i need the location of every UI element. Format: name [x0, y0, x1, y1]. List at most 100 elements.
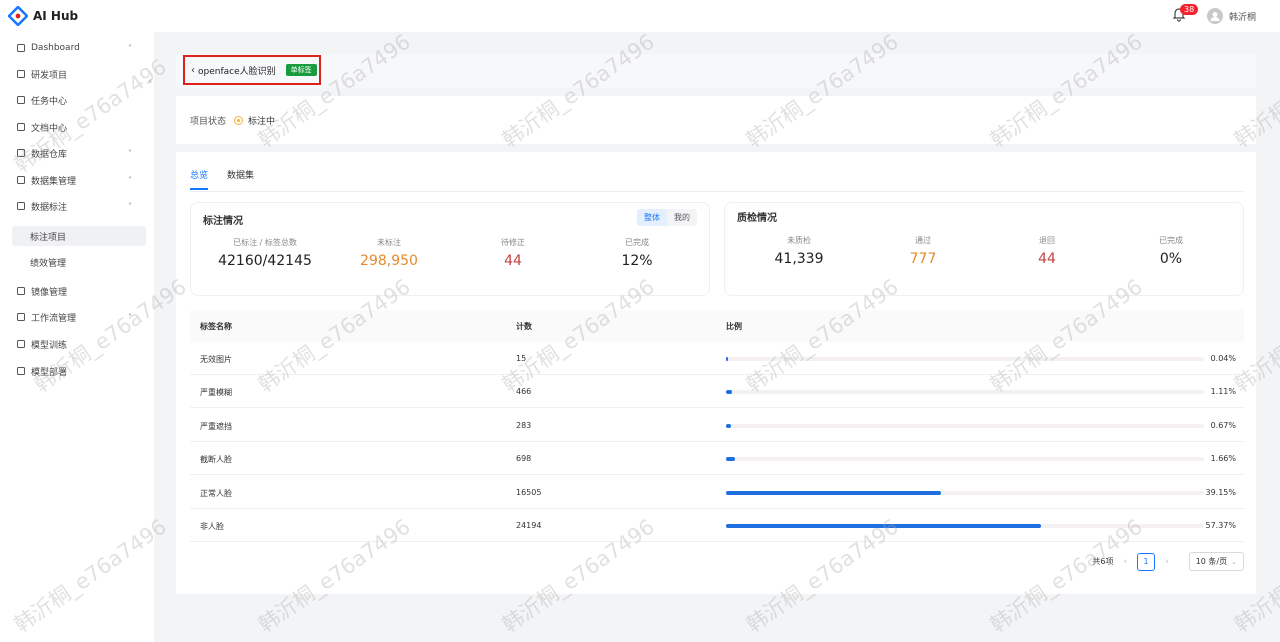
tab-overview[interactable]: 总览: [190, 168, 209, 190]
label-count: 16505: [516, 487, 542, 497]
label-count: 698: [516, 454, 532, 464]
stat-passed: 通过 777: [863, 235, 983, 267]
cube-icon: [16, 366, 26, 376]
label-ratio: 57.37%: [1205, 521, 1236, 530]
stat-value: 41,339: [774, 251, 824, 267]
stat-value: 44: [1038, 251, 1056, 267]
database-icon: [16, 175, 26, 185]
sidebar-item[interactable]: 绩效管理: [0, 252, 154, 272]
table-row: 正常人脸 16505 39.15%: [190, 476, 1244, 509]
ratio-bar-fill: [726, 490, 942, 495]
project-title: openface人脸识别: [198, 66, 276, 77]
sidebar-item[interactable]: 数据标注 ˄: [0, 196, 154, 216]
page-size-select[interactable]: 10 条/页 ⌄: [1188, 552, 1244, 571]
tab-dataset[interactable]: 数据集: [227, 168, 254, 192]
pagination: 共6项 ‹ 1 › 10 条/页 ⌄: [1092, 552, 1244, 571]
top-bar: AI Hub 38 韩沂桐: [0, 0, 1280, 32]
label-count: 466: [516, 387, 532, 397]
sidebar-item-label: 模型训练: [31, 340, 68, 351]
dashboard-icon: [16, 43, 26, 53]
task-icon: [16, 95, 26, 105]
tab-divider: [190, 191, 1244, 192]
table-header: 标签名称 计数 比例: [190, 310, 1244, 342]
stat-unlabeled: 未标注 298,950: [329, 237, 449, 269]
stat-labeled: 已标注 / 标签总数 42160/42145: [205, 237, 325, 269]
app-logo[interactable]: AI Hub: [7, 5, 78, 27]
sidebar-item[interactable]: 研发项目: [0, 64, 154, 84]
page-number[interactable]: 1: [1137, 552, 1156, 571]
avatar[interactable]: [1206, 8, 1223, 24]
sidebar-item-label: 文档中心: [31, 123, 68, 134]
quality-title: 质检情况: [737, 213, 777, 224]
label-type-tag: 单标签: [285, 64, 317, 76]
label-ratio: 1.11%: [1210, 387, 1236, 397]
sidebar-item-label: 绩效管理: [30, 258, 67, 269]
sidebar-item[interactable]: 标注项目: [12, 226, 146, 246]
sidebar-item-label: 数据仓库: [31, 149, 68, 160]
sidebar-item[interactable]: 工作流管理 ˅: [0, 307, 154, 327]
page-size-value: 10 条/页: [1195, 557, 1228, 566]
label-name: 非人脸: [200, 522, 224, 531]
sidebar-item[interactable]: 文档中心: [0, 117, 154, 137]
table-row: 严重模糊 466 1.11%: [190, 375, 1244, 409]
table-row: 无效图片 15 0.04%: [190, 342, 1244, 375]
sidebar-item[interactable]: 模型部署: [0, 361, 154, 381]
label-ratio: 39.15%: [1205, 487, 1236, 497]
col-ratio: 比例: [726, 322, 742, 331]
chevron-down-icon: ⌄: [1231, 557, 1237, 566]
sidebar-item[interactable]: 模型训练: [0, 334, 154, 354]
scope-toggle: 整体 我的: [637, 209, 697, 226]
sidebar-item[interactable]: 任务中心: [0, 90, 154, 110]
label-count: 283: [516, 420, 532, 430]
ratio-bar: [726, 357, 1204, 361]
stat-value: 0%: [1159, 251, 1183, 267]
ratio-bar-fill: [726, 357, 728, 361]
stat-value: 777: [909, 251, 937, 267]
ratio-bar-fill: [726, 423, 731, 428]
stat-label: 已完成: [625, 238, 649, 247]
label-ratio: 0.67%: [1210, 420, 1236, 430]
ratio-bar-fill: [726, 524, 1042, 528]
back-chevron-icon[interactable]: ‹: [191, 65, 195, 76]
pagination-total: 共6项: [1092, 557, 1114, 566]
stat-returned: 退回 44: [987, 235, 1107, 267]
tab-bar: 总览 数据集: [190, 168, 273, 192]
stat-completed: 已完成 12%: [577, 237, 697, 269]
ratio-bar: [726, 490, 1204, 495]
ratio-bar: [726, 457, 1204, 462]
stat-label: 已标注 / 标签总数: [233, 238, 297, 247]
sidebar-item[interactable]: 镜像管理: [0, 281, 154, 301]
ratio-bar: [726, 524, 1204, 528]
project-title-highlight: ‹ openface人脸识别 单标签: [183, 55, 321, 85]
chevron-down-icon: ˅: [128, 175, 132, 185]
sidebar-item[interactable]: 数据仓库 ˅: [0, 143, 154, 163]
sidebar-item[interactable]: Dashboard ˅: [0, 38, 154, 58]
sidebar-item-label: 工作流管理: [31, 313, 77, 324]
stat-value: 44: [504, 253, 522, 269]
chevron-down-icon: ˅: [128, 148, 132, 158]
label-ratio: 1.66%: [1210, 454, 1236, 464]
sidebar-item-label: 模型部署: [31, 367, 68, 378]
stat-label: 未质检: [787, 236, 811, 245]
table-row: 严重遮挡 283 0.67%: [190, 409, 1244, 442]
folder-icon: [16, 69, 26, 79]
notification-bell[interactable]: 38: [1171, 4, 1199, 26]
model-icon: [16, 339, 26, 349]
stat-to-fix: 待修正 44: [453, 237, 573, 269]
sidebar-item[interactable]: 数据集管理 ˅: [0, 170, 154, 190]
label-count: 24194: [516, 521, 542, 530]
sidebar-item-label: 研发项目: [31, 70, 68, 81]
sidebar-item-label: 任务中心: [31, 96, 68, 107]
sidebar-item-label: 镜像管理: [31, 287, 68, 298]
stat-label: 退回: [1039, 236, 1055, 245]
home-icon: [16, 148, 26, 158]
annotation-title: 标注情况: [203, 216, 243, 227]
prev-page-icon[interactable]: ‹: [1123, 557, 1127, 567]
toggle-all[interactable]: 整体: [637, 209, 667, 226]
label-name: 严重模糊: [200, 388, 232, 398]
next-page-icon[interactable]: ›: [1165, 557, 1169, 567]
notification-badge: 38: [1179, 4, 1199, 15]
stat-unchecked: 未质检 41,339: [739, 235, 859, 267]
toggle-mine[interactable]: 我的: [667, 209, 697, 226]
username[interactable]: 韩沂桐: [1229, 10, 1256, 23]
